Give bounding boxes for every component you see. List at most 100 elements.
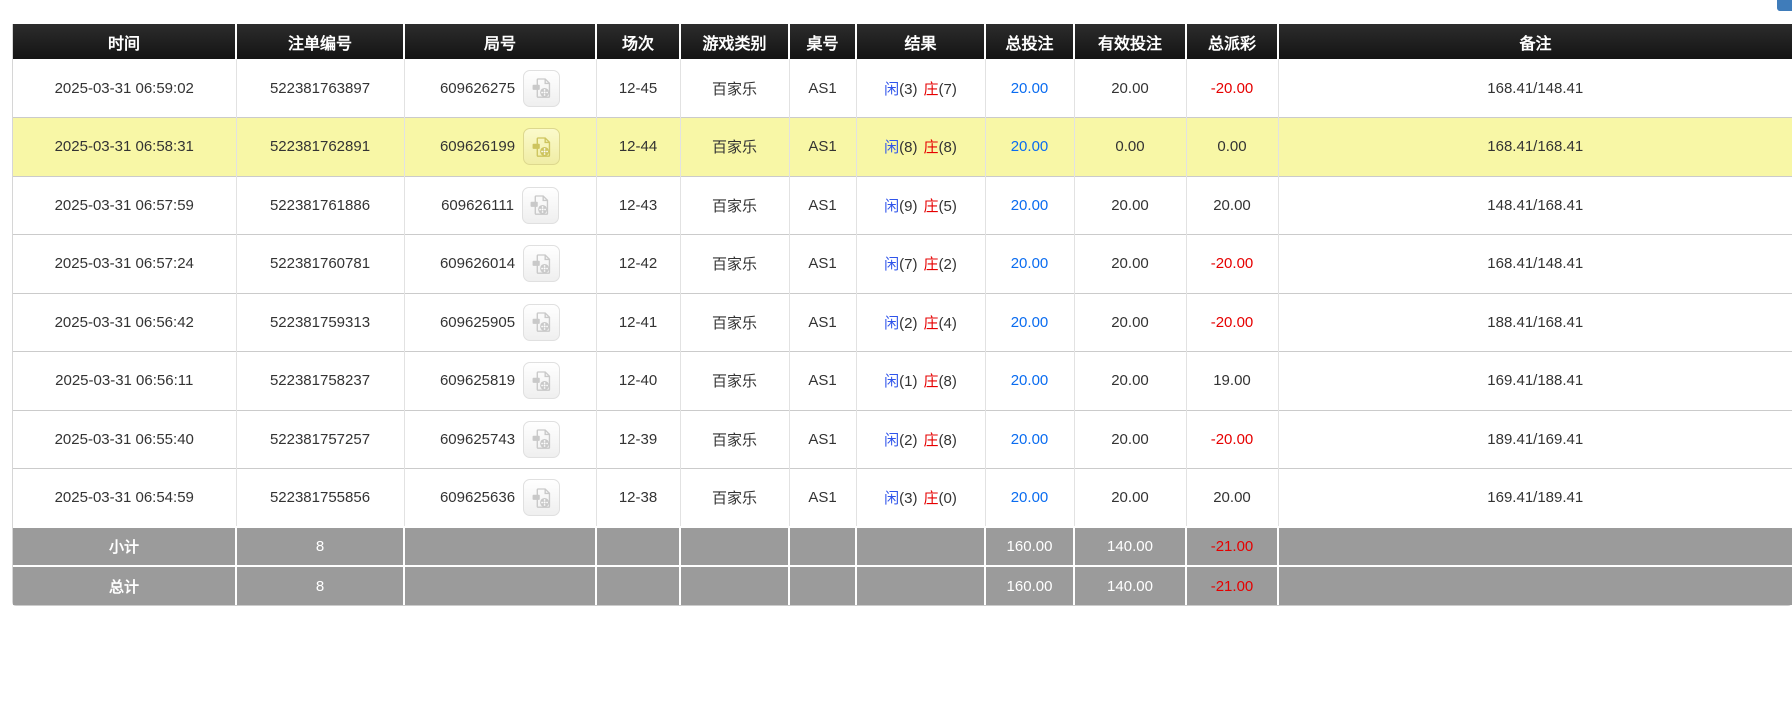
grand-total-label: 总计: [13, 565, 237, 605]
video-replay-button[interactable]: [523, 69, 561, 107]
cell-total-bet: 20.00: [985, 234, 1075, 293]
cell-remark: 168.41/148.41: [1278, 59, 1792, 118]
cell-remark: 168.41/168.41: [1278, 117, 1792, 176]
cell-total-bet: 20.00: [985, 468, 1075, 527]
cell-valid-bet: 20.00: [1074, 409, 1187, 469]
cell-result: 闲(7) 庄(2): [856, 234, 986, 293]
table-row[interactable]: 2025-03-31 06:56:11 522381758237 6096258…: [13, 351, 1792, 410]
table-row[interactable]: 2025-03-31 06:55:40 522381757257 6096257…: [13, 409, 1792, 469]
cell-valid-bet: 20.00: [1074, 59, 1187, 118]
result-banker-score: (7): [938, 80, 957, 98]
cell-time: 2025-03-31 06:59:02: [13, 59, 237, 118]
round-no-value: 609625819: [439, 372, 516, 390]
cell-table-no: AS1: [789, 59, 857, 118]
cell-session: 12-42: [596, 234, 681, 293]
result-banker-score: (0): [938, 490, 957, 507]
col-header-bet-id: 注单编号: [236, 24, 405, 59]
video-replay-button[interactable]: [523, 362, 561, 400]
cell-round-no: 609626014: [404, 234, 597, 293]
cell-round-no: 609626275: [404, 59, 597, 118]
cell-time: 2025-03-31 06:57:24: [13, 234, 237, 293]
cell-bet-id: 522381761886: [236, 175, 405, 235]
subtotal-valid-bet: 140.00: [1074, 526, 1187, 566]
table-row[interactable]: 2025-03-31 06:57:24 522381760781 6096260…: [13, 234, 1792, 293]
cell-round-no: 609626199: [404, 117, 597, 176]
cell-valid-bet: 20.00: [1074, 292, 1187, 352]
video-replay-button[interactable]: [521, 186, 559, 224]
video-replay-button[interactable]: [523, 479, 561, 516]
header-row: 时间 注单编号 局号 场次 游戏类别 桌号 结果 总投注 有效投注 总派彩 备注: [13, 24, 1792, 59]
cell-bet-id: 522381763897: [236, 59, 405, 118]
result-banker-label: 庄: [923, 80, 939, 98]
result-player-score: (2): [899, 314, 918, 332]
video-replay-button[interactable]: [523, 128, 561, 166]
cell-remark: 168.41/148.41: [1278, 234, 1792, 293]
col-header-session: 场次: [596, 24, 681, 59]
col-header-game-type: 游戏类别: [680, 24, 790, 59]
video-replay-button[interactable]: [523, 245, 561, 283]
cell-total-bet: 20.00: [985, 351, 1075, 410]
cell-table-no: AS1: [789, 234, 857, 293]
subtotal-payout: -21.00: [1186, 526, 1279, 566]
grand-total-count: 8: [236, 565, 405, 605]
cell-table-no: AS1: [789, 351, 857, 410]
cell-payout: -20.00: [1186, 409, 1279, 469]
col-header-payout: 总派彩: [1186, 24, 1279, 59]
table-row[interactable]: 2025-03-31 06:54:59 522381755856 6096256…: [13, 468, 1792, 527]
round-no-value: 609625636: [439, 489, 516, 506]
cell-remark: 169.41/189.41: [1278, 468, 1792, 527]
cell-valid-bet: 20.00: [1074, 351, 1187, 410]
result-banker-label: 庄: [923, 197, 939, 215]
cell-time: 2025-03-31 06:55:40: [13, 409, 237, 469]
result-player-score: (1): [899, 373, 918, 391]
result-player-score: (7): [899, 256, 918, 274]
table-row[interactable]: 2025-03-31 06:57:59 522381761886 6096261…: [13, 175, 1792, 235]
video-replay-button[interactable]: [523, 303, 561, 341]
cell-payout: 20.00: [1186, 468, 1279, 527]
table-row[interactable]: 2025-03-31 06:59:02 522381763897 6096262…: [13, 59, 1792, 118]
cell-result: 闲(8) 庄(8): [856, 117, 986, 176]
result-banker-score: (8): [938, 431, 957, 449]
result-player-label: 闲: [884, 197, 900, 215]
cell-game-type: 百家乐: [680, 234, 790, 293]
video-file-icon: [530, 427, 554, 451]
cell-session: 12-43: [596, 175, 681, 235]
cell-table-no: AS1: [789, 117, 857, 176]
cell-session: 12-40: [596, 351, 681, 410]
table-row[interactable]: 2025-03-31 06:58:31 522381762891 6096261…: [13, 117, 1792, 176]
cell-remark: 169.41/188.41: [1278, 351, 1792, 410]
round-no-value: 609626014: [439, 255, 516, 273]
video-file-icon: [528, 193, 552, 217]
cell-round-no: 609625743: [404, 409, 597, 469]
corner-button[interactable]: [1777, 0, 1792, 11]
cell-payout: -20.00: [1186, 59, 1279, 118]
cell-session: 12-39: [596, 409, 681, 469]
cell-time: 2025-03-31 06:57:59: [13, 175, 237, 235]
video-file-icon: [530, 135, 554, 159]
cell-bet-id: 522381757257: [236, 409, 405, 469]
table-row[interactable]: 2025-03-31 06:56:42 522381759313 6096259…: [13, 292, 1792, 352]
col-header-result: 结果: [856, 24, 986, 59]
cell-payout: -20.00: [1186, 234, 1279, 293]
cell-bet-id: 522381758237: [236, 351, 405, 410]
cell-game-type: 百家乐: [680, 351, 790, 410]
video-file-icon: [530, 310, 554, 334]
round-no-value: 609625905: [439, 313, 516, 331]
grand-total-payout: -21.00: [1186, 565, 1279, 605]
result-banker-label: 庄: [923, 373, 939, 391]
cell-valid-bet: 0.00: [1074, 117, 1187, 176]
col-header-time: 时间: [13, 24, 237, 59]
video-replay-button[interactable]: [523, 420, 561, 458]
cell-total-bet: 20.00: [985, 292, 1075, 352]
video-file-icon: [530, 252, 554, 276]
cell-time: 2025-03-31 06:56:42: [13, 292, 237, 352]
result-player-score: (9): [899, 197, 918, 215]
video-file-icon: [530, 486, 554, 510]
result-player-score: (3): [899, 490, 918, 507]
cell-total-bet: 20.00: [985, 175, 1075, 235]
cell-bet-id: 522381762891: [236, 117, 405, 176]
grand-total-valid-bet: 140.00: [1074, 565, 1187, 605]
cell-result: 闲(2) 庄(8): [856, 409, 986, 469]
col-header-table-no: 桌号: [789, 24, 857, 59]
video-file-icon: [530, 369, 554, 393]
